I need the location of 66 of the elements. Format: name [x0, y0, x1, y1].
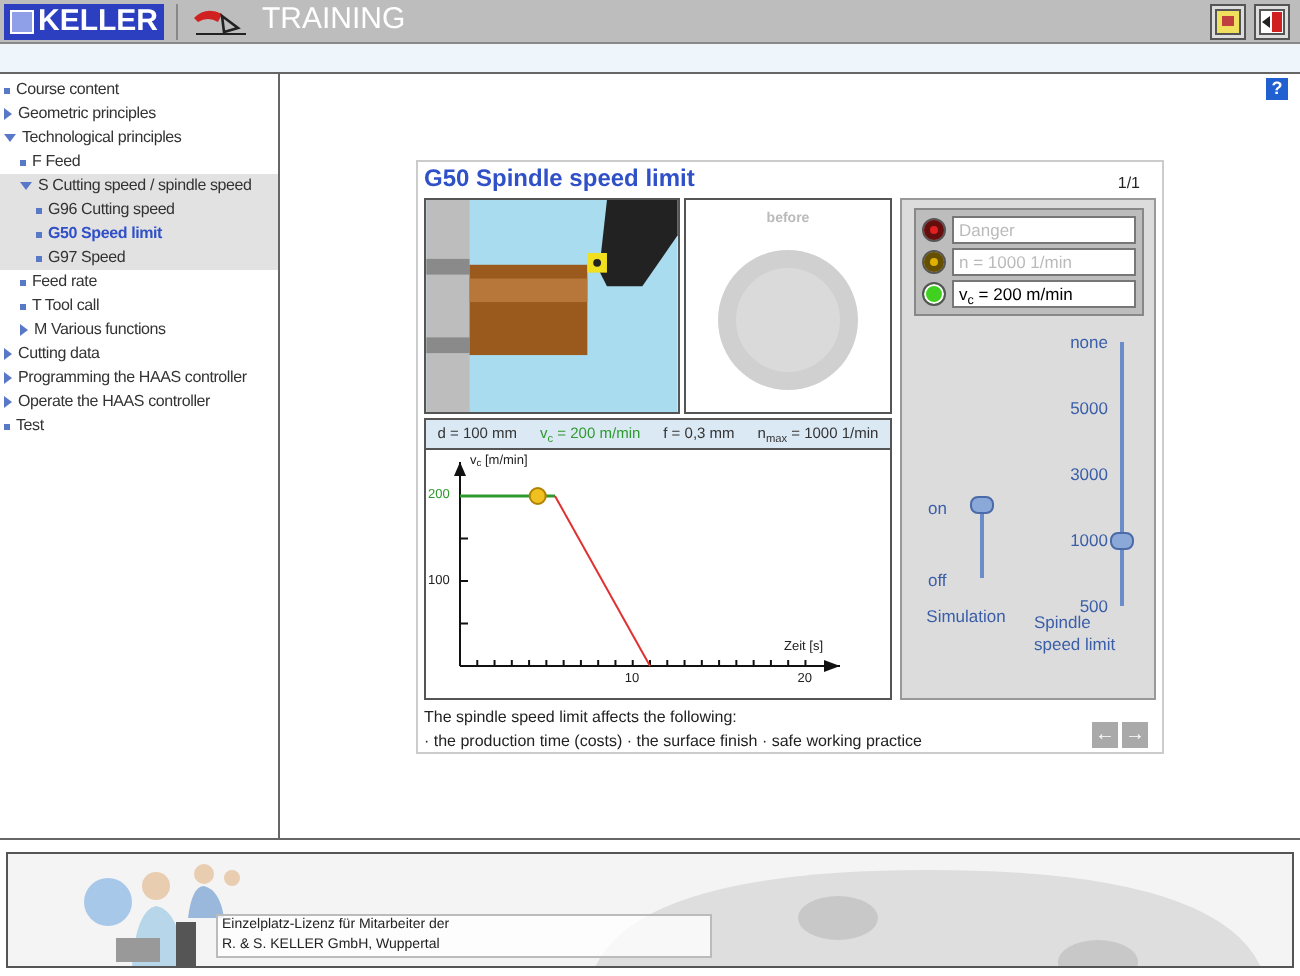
tick-mark [700, 659, 703, 667]
tick-mark [597, 659, 600, 667]
tree-item[interactable]: Cutting data [0, 342, 278, 366]
switch-label: on [928, 496, 947, 522]
scale-label: 1000 [1070, 530, 1108, 550]
tick-mark [614, 659, 617, 667]
tree-item[interactable]: Course content [0, 78, 278, 102]
tick-mark [528, 659, 531, 667]
help-button[interactable]: ? [1266, 78, 1288, 100]
tick-mark [769, 659, 772, 667]
tick-mark [718, 659, 721, 667]
tick-mark [562, 659, 565, 667]
tree-item[interactable]: Programming the HAAS controller [0, 366, 278, 390]
switch-thumb[interactable] [970, 496, 994, 514]
control-label: Spindle speed limit [1034, 612, 1118, 656]
pen-icon [190, 5, 250, 37]
tick-mark [752, 659, 755, 667]
tree-item[interactable]: Test [0, 414, 278, 438]
scale-label: 500 [1079, 596, 1108, 616]
tree-item[interactable]: G96 Cutting speed [0, 198, 278, 222]
surface-drawing [716, 247, 860, 391]
notes-button[interactable] [1210, 3, 1246, 39]
slider-thumb[interactable] [1110, 531, 1134, 549]
marker-dot [528, 487, 547, 505]
logo-icon [10, 9, 34, 33]
tick-mark [649, 659, 651, 667]
tree-item[interactable]: F Feed [0, 150, 278, 174]
tick-mark [545, 659, 548, 667]
tree-item[interactable]: Geometric principles [0, 102, 278, 126]
tick-mark [510, 659, 513, 667]
status-field: n = 1000 1/min [951, 248, 1135, 276]
tick-mark [579, 659, 582, 667]
tick-mark [666, 659, 669, 667]
tick-mark [683, 659, 686, 667]
tree-item[interactable]: S Cutting speed / spindle speed [0, 174, 278, 198]
tree-item[interactable]: T Tool call [0, 294, 278, 318]
exit-button[interactable] [1254, 3, 1290, 39]
description-points: · the production time (costs) · the surface finish · safe working practice [424, 730, 922, 754]
tick-mark [476, 659, 479, 667]
switch-label: off [928, 568, 947, 594]
tick-mark [804, 659, 807, 667]
tick-mark [459, 580, 469, 582]
tick-mark [493, 659, 496, 667]
tick-mark [631, 659, 634, 667]
scale-label: 3000 [1070, 464, 1108, 484]
tree-item[interactable]: Technological principles [0, 126, 278, 150]
tree-item[interactable]: M Various functions [0, 318, 278, 342]
logo: KELLER [4, 3, 164, 39]
description-text: The spindle speed limit affects the following: [424, 706, 739, 730]
tree-item[interactable]: Feed rate [0, 270, 278, 294]
tick-mark [459, 537, 469, 540]
scale-label: none [1070, 332, 1108, 352]
tree-item[interactable]: G50 Speed limit [0, 222, 278, 246]
tree-item[interactable]: G97 Speed [0, 246, 278, 270]
scale-label: 5000 [1070, 398, 1108, 418]
control-label: Simulation [926, 604, 1006, 630]
app-title: TRAINING [262, 0, 406, 41]
lesson-title: G50 Spindle speed limit [424, 162, 695, 196]
tree-item[interactable]: Operate the HAAS controller [0, 390, 278, 414]
status-field: v$_{c}$ = 200 m/min [951, 280, 1135, 308]
tick-mark [735, 659, 738, 667]
page-counter: 1/1 [1117, 172, 1140, 196]
status-field: Danger [951, 216, 1135, 244]
tick-mark [787, 659, 790, 667]
tick-mark [459, 622, 469, 625]
switch-track[interactable] [970, 496, 994, 580]
